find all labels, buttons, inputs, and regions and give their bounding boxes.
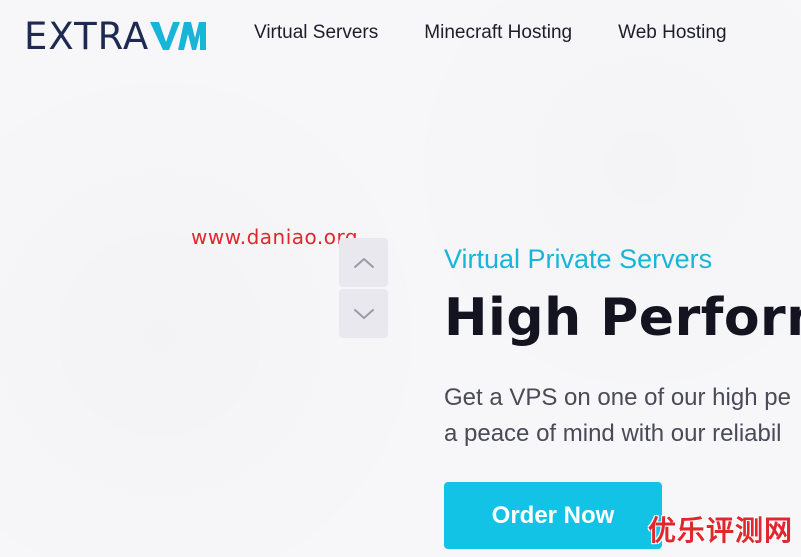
chevron-down-icon (353, 308, 374, 319)
order-now-button[interactable]: Order Now (444, 482, 662, 549)
nav-web-hosting[interactable]: Web Hosting (618, 22, 726, 44)
corner-watermark: 优乐评测网 (647, 514, 793, 547)
logo-text: EXTRA (24, 14, 150, 58)
nav-minecraft-hosting[interactable]: Minecraft Hosting (424, 22, 572, 44)
carousel-prev-button[interactable] (339, 238, 388, 287)
url-watermark: www.daniao.org (191, 225, 359, 249)
main-nav: Virtual Servers Minecraft Hosting Web Ho… (254, 22, 773, 44)
logo-vm-mark (150, 22, 207, 50)
logo[interactable]: EXTRA (24, 14, 207, 58)
carousel-next-button[interactable] (339, 289, 388, 338)
chevron-up-icon (353, 257, 374, 268)
hero-description-line-1: Get a VPS on one of our high pe (444, 384, 791, 411)
page: EXTRA Virtual Servers Minecraft Hosting … (0, 0, 801, 557)
hero-description: Get a VPS on one of our high pe a peace … (444, 380, 791, 452)
nav-virtual-servers[interactable]: Virtual Servers (254, 22, 378, 44)
hero-description-line-2: a peace of mind with our reliabil (444, 420, 782, 447)
hero-eyebrow: Virtual Private Servers (444, 244, 713, 274)
hero-title: High Performa (444, 288, 801, 348)
